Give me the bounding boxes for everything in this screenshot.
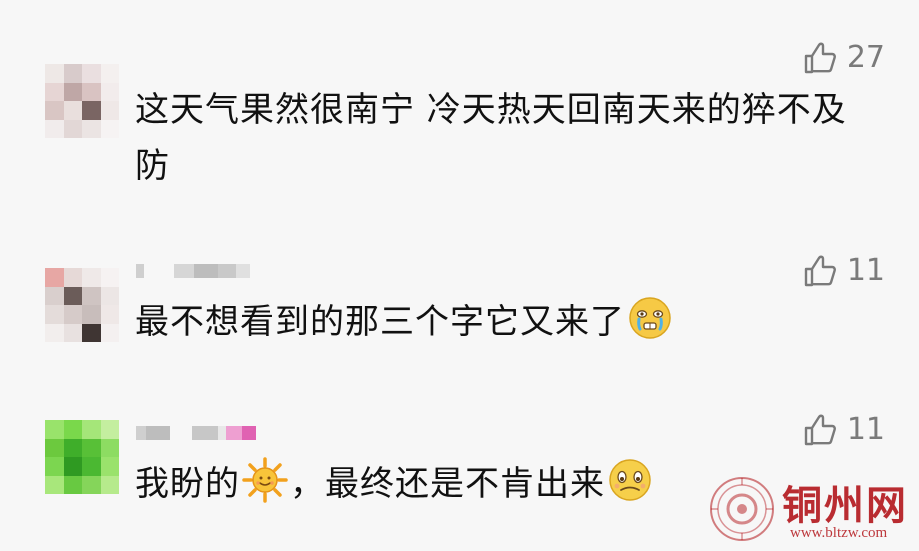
comment-item: 11 最不想看到的那三个字它又来了: [0, 200, 919, 370]
like-count: 27: [846, 40, 885, 75]
like-count: 11: [846, 412, 885, 447]
avatar[interactable]: [45, 64, 119, 138]
comment-item: 27 这天气果然很南宁 冷天热天回南天来的猝不及防: [0, 0, 919, 200]
like-button[interactable]: 27: [803, 40, 885, 75]
thumbs-up-icon: [803, 413, 837, 447]
nickname-blurred: [136, 418, 256, 440]
shy-sad-face-icon: [607, 457, 653, 503]
comment-text-part: ，最终还是不肯出来: [290, 464, 605, 504]
like-count: 11: [846, 253, 885, 288]
thumbs-up-icon: [803, 41, 837, 75]
avatar[interactable]: [45, 268, 119, 342]
comment-text-part: 我盼的: [135, 464, 240, 504]
comment-list: 27 这天气果然很南宁 冷天热天回南天来的猝不及防 11 最不想看到的那三个字它…: [0, 0, 919, 551]
comment-text: 这天气果然很南宁 冷天热天回南天来的猝不及防: [135, 90, 847, 186]
watermark: 铜州网 www.bltzw.com: [704, 471, 909, 547]
thumbs-up-icon: [803, 254, 837, 288]
nickname-blurred: [136, 256, 250, 278]
watermark-title: 铜州网: [782, 482, 908, 529]
like-button[interactable]: 11: [803, 253, 885, 288]
watermark-url: www.bltzw.com: [790, 525, 888, 541]
sun-icon: [242, 457, 288, 503]
comment-text-content: 最不想看到的那三个字它又来了: [135, 302, 625, 342]
like-button[interactable]: 11: [803, 412, 885, 447]
comment-text: 最不想看到的那三个字它又来了: [135, 294, 865, 350]
site-logo-icon: [710, 477, 774, 541]
avatar[interactable]: [45, 420, 119, 494]
crying-face-icon: [627, 295, 673, 341]
